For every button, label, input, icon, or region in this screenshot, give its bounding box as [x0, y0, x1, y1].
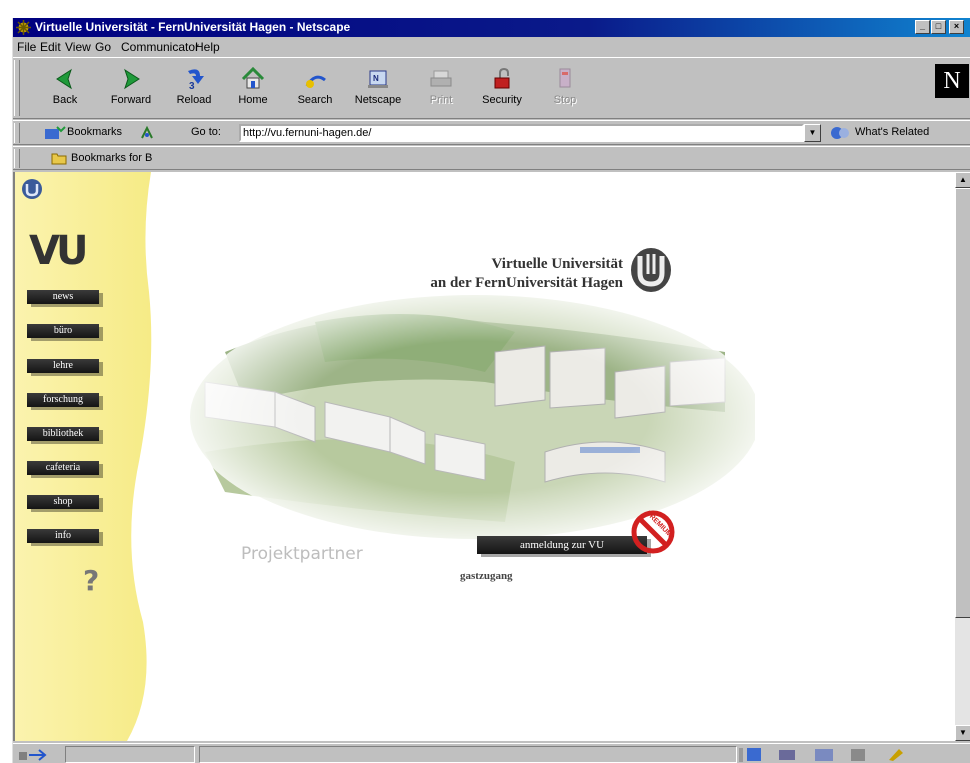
status-text-panel	[199, 746, 737, 763]
goto-label: Go to:	[191, 126, 221, 138]
personal-toolbar-grip[interactable]	[14, 149, 20, 168]
nav-bibliothek-button[interactable]: bibliothek	[27, 427, 99, 441]
progress-panel	[65, 746, 195, 763]
mail-component-icon	[779, 750, 795, 760]
url-input[interactable]: http://vu.fernuni-hagen.de/	[239, 124, 804, 142]
whats-related-button[interactable]: What's Related	[855, 126, 929, 138]
nav-shop-button[interactable]: shop	[27, 495, 99, 509]
window-title: Virtuelle Universität - FernUniversität …	[35, 20, 351, 34]
forward-button[interactable]: Forward	[103, 62, 159, 114]
folder-icon	[51, 153, 67, 165]
back-button[interactable]: Back	[37, 62, 93, 114]
campus-aerial-image	[188, 292, 755, 542]
menu-communicator[interactable]: Communicator	[121, 40, 199, 54]
maximize-button[interactable]: □	[931, 20, 946, 34]
minimize-button[interactable]: _	[915, 20, 930, 34]
netscape-button[interactable]: N Netscape	[350, 62, 406, 114]
bookmarks-folder-button[interactable]: Bookmarks for B	[71, 152, 152, 164]
search-label: Search	[297, 94, 333, 106]
back-label: Back	[52, 94, 78, 106]
component-bar[interactable]	[739, 746, 963, 763]
menu-help[interactable]: Help	[195, 40, 220, 54]
print-label: Print	[429, 94, 453, 106]
home-icon	[241, 66, 265, 89]
composer-component-icon	[889, 749, 903, 761]
netscape-label: Netscape	[354, 94, 402, 106]
netscape-icon: N	[368, 70, 388, 88]
toolbar-grip[interactable]	[14, 60, 20, 116]
nav-forschung-button[interactable]: forschung	[27, 393, 99, 407]
site-title: Virtuelle Universität an der FernUnivers…	[313, 255, 623, 293]
browser-window: Virtuelle Universität - FernUniversität …	[12, 18, 970, 763]
vertical-scrollbar[interactable]: ▲ ▼	[955, 172, 970, 741]
security-label: Security	[482, 94, 522, 106]
reload-button[interactable]: 3 Reload	[166, 62, 222, 114]
scroll-down-button[interactable]: ▼	[955, 725, 970, 741]
site-title-line1: Virtuelle Universität	[491, 256, 624, 272]
print-button[interactable]: Print	[413, 62, 469, 114]
forward-label: Forward	[110, 94, 152, 106]
nav-info-button[interactable]: info	[27, 529, 99, 543]
search-button[interactable]: Search	[287, 62, 343, 114]
page-proxy-icon[interactable]	[139, 125, 155, 141]
premium-stamp-icon: PREMIUM	[631, 510, 675, 554]
search-icon	[305, 75, 326, 88]
bookmarks-icon	[45, 126, 66, 139]
security-button[interactable]: Security	[474, 62, 530, 114]
back-arrow-icon	[56, 68, 72, 90]
nav-news-button[interactable]: news	[27, 290, 99, 304]
site-title-line2: an der FernUniversität Hagen	[430, 275, 623, 291]
help-question-mark[interactable]: ?	[83, 564, 99, 597]
projektpartner-link[interactable]: Projektpartner	[241, 544, 363, 564]
menu-file[interactable]: File	[17, 40, 36, 54]
svg-text:3: 3	[189, 81, 195, 92]
location-toolbar: Bookmarks Go to: http://vu.fernuni-hagen…	[13, 120, 970, 145]
stop-icon	[559, 68, 571, 88]
title-bar: Virtuelle Universität - FernUniversität …	[13, 18, 970, 37]
nav-cafeteria-button[interactable]: cafeteria	[27, 461, 99, 475]
fernuni-logo	[631, 248, 671, 292]
scroll-up-button[interactable]: ▲	[955, 172, 970, 188]
security-lock-icon	[494, 67, 510, 89]
nav-buero-button[interactable]: büro	[27, 324, 99, 338]
connection-status-icon	[19, 749, 47, 761]
addressbook-component-icon	[851, 749, 865, 761]
gastzugang-link[interactable]: gastzugang	[460, 570, 513, 582]
menu-bar: File Edit View Go Communicator Help	[13, 38, 970, 56]
whats-related-icon	[831, 127, 849, 139]
page-viewport: VU news büro lehre forschung bibliothek …	[13, 172, 955, 741]
fernuni-small-logo[interactable]	[21, 178, 43, 200]
menu-edit[interactable]: Edit	[40, 40, 61, 54]
stop-button[interactable]: Stop	[537, 62, 593, 114]
reload-icon: 3	[188, 69, 204, 92]
vu-logo[interactable]: VU	[29, 228, 88, 274]
menu-view[interactable]: View	[65, 40, 91, 54]
scroll-thumb[interactable]	[955, 188, 970, 618]
reload-label: Reload	[176, 94, 212, 106]
nav-lehre-button[interactable]: lehre	[27, 359, 99, 373]
svg-text:N: N	[373, 74, 379, 83]
print-icon	[430, 70, 452, 87]
stop-label: Stop	[553, 94, 577, 106]
netscape-throbber-logo[interactable]: N	[935, 64, 969, 98]
netscape-app-icon	[16, 20, 31, 35]
url-dropdown-button[interactable]: ▼	[804, 124, 821, 142]
home-button[interactable]: Home	[225, 62, 281, 114]
forward-arrow-icon	[124, 68, 140, 90]
navigation-toolbar: Back Forward 3 Reload Home Search N Nets…	[13, 57, 970, 119]
home-label: Home	[238, 94, 268, 106]
navigator-component-icon	[747, 748, 761, 761]
location-toolbar-grip[interactable]	[14, 123, 20, 143]
status-bar	[13, 743, 970, 763]
anmeldung-button[interactable]: anmeldung zur VU	[477, 536, 647, 554]
newsgroups-component-icon	[815, 749, 833, 761]
personal-toolbar: Bookmarks for B	[13, 146, 970, 170]
menu-go[interactable]: Go	[95, 40, 111, 54]
close-button[interactable]: ×	[949, 20, 964, 34]
bookmarks-button[interactable]: Bookmarks	[67, 126, 122, 138]
